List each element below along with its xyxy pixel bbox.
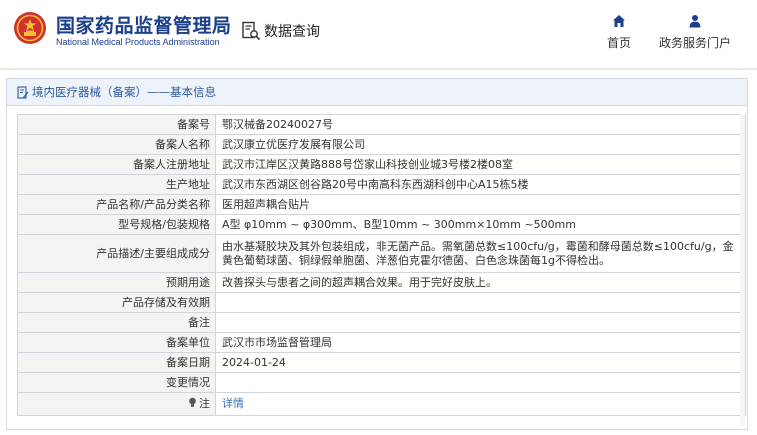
panel-title: 境内医疗器械（备案）——基本信息: [32, 85, 216, 99]
info-table: 备案号 鄂汉械备20240027号 备案人名称 武汉康立优医疗发展有限公司 备案…: [17, 114, 746, 416]
row-value: [215, 312, 746, 333]
table-row: 备案号 鄂汉械备20240027号: [17, 114, 746, 135]
note-label-cell: 注: [17, 392, 216, 416]
table-row: 备案人注册地址 武汉市江岸区汉黄路888号岱家山科技创业城3号楼2楼08室: [17, 154, 746, 175]
row-label: 产品描述/主要组成成分: [17, 234, 216, 273]
row-value: 医用超声耦合贴片: [215, 194, 746, 215]
nav-gov-service-label: 政务服务门户: [658, 36, 731, 50]
row-label: 备案号: [17, 114, 216, 135]
row-value: 武汉市江岸区汉黄路888号岱家山科技创业城3号楼2楼08室: [215, 154, 746, 175]
row-label: 备案日期: [17, 352, 216, 373]
row-label: 预期用途: [17, 272, 216, 293]
nav-gov-service[interactable]: 政务服务门户: [654, 14, 736, 51]
row-value: [215, 372, 746, 393]
table-row: 产品存储及有效期: [17, 292, 746, 313]
row-label: 备注: [17, 312, 216, 333]
row-value: 鄂汉械备20240027号: [215, 114, 746, 135]
row-value: [215, 292, 746, 313]
row-label: 备案人名称: [17, 134, 216, 155]
row-value: A型 φ10mm ~ φ300mm、B型10mm ~ 300mm×10mm ~5…: [215, 214, 746, 235]
row-label: 产品名称/产品分类名称: [17, 194, 216, 215]
table-row: 备案单位 武汉市市场监督管理局: [17, 332, 746, 353]
note-value-cell: 详情: [215, 392, 746, 416]
scrollbar-track[interactable]: [740, 114, 745, 426]
table-row: 产品名称/产品分类名称 医用超声耦合贴片: [17, 194, 746, 215]
row-label: 型号规格/包装规格: [17, 214, 216, 235]
panel-header: 境内医疗器械（备案）——基本信息: [7, 79, 747, 106]
row-label: 备案人注册地址: [17, 154, 216, 175]
row-value: 由水基凝胶块及其外包装组成，非无菌产品。需氧菌总数≤100cfu/g，霉菌和酵母…: [215, 234, 746, 273]
row-value: 2024-01-24: [215, 352, 746, 373]
data-query-label: 数据查询: [264, 24, 320, 40]
national-emblem-icon: [14, 12, 46, 44]
table-row: 备注: [17, 312, 746, 333]
table-row: 型号规格/包装规格 A型 φ10mm ~ φ300mm、B型10mm ~ 300…: [17, 214, 746, 235]
row-label: 变更情况: [17, 372, 216, 393]
table-row: 生产地址 武汉市东西湖区创谷路20号中南高科东西湖科创中心A15栋5楼: [17, 174, 746, 195]
nav-home[interactable]: 首页: [600, 14, 638, 51]
site-title-en: National Medical Products Administration: [56, 37, 220, 47]
row-value: 武汉市市场监督管理局: [215, 332, 746, 353]
home-icon: [613, 15, 625, 27]
data-query-link[interactable]: 数据查询: [241, 20, 320, 42]
user-icon: [689, 15, 701, 28]
document-edit-icon: [17, 85, 29, 99]
note-label: 注: [199, 397, 210, 410]
table-row: 变更情况: [17, 372, 746, 393]
row-value: 武汉市东西湖区创谷路20号中南高科东西湖科创中心A15栋5楼: [215, 174, 746, 195]
lightbulb-icon: [189, 397, 196, 407]
site-title-cn: 国家药品监督管理局: [56, 15, 232, 37]
details-link[interactable]: 详情: [222, 397, 244, 410]
row-label: 生产地址: [17, 174, 216, 195]
table-row: 备案日期 2024-01-24: [17, 352, 746, 373]
row-label: 产品存储及有效期: [17, 292, 216, 313]
header-divider: [0, 68, 757, 70]
document-search-icon: [242, 21, 261, 41]
row-label: 备案单位: [17, 332, 216, 353]
row-value: 武汉康立优医疗发展有限公司: [215, 134, 746, 155]
row-value: 改善探头与患者之间的超声耦合效果。用于完好皮肤上。: [215, 272, 746, 293]
table-row: 产品描述/主要组成成分 由水基凝胶块及其外包装组成，非无菌产品。需氧菌总数≤10…: [17, 234, 746, 273]
nav-home-label: 首页: [606, 36, 631, 50]
site-header: 国家药品监督管理局 National Medical Products Admi…: [0, 0, 757, 68]
detail-panel: 境内医疗器械（备案）——基本信息 备案号 鄂汉械备20240027号 备案人名称…: [6, 78, 748, 430]
table-row: 预期用途 改善探头与患者之间的超声耦合效果。用于完好皮肤上。: [17, 272, 746, 293]
table-row: 备案人名称 武汉康立优医疗发展有限公司: [17, 134, 746, 155]
table-row-note: 注 详情: [17, 392, 746, 416]
